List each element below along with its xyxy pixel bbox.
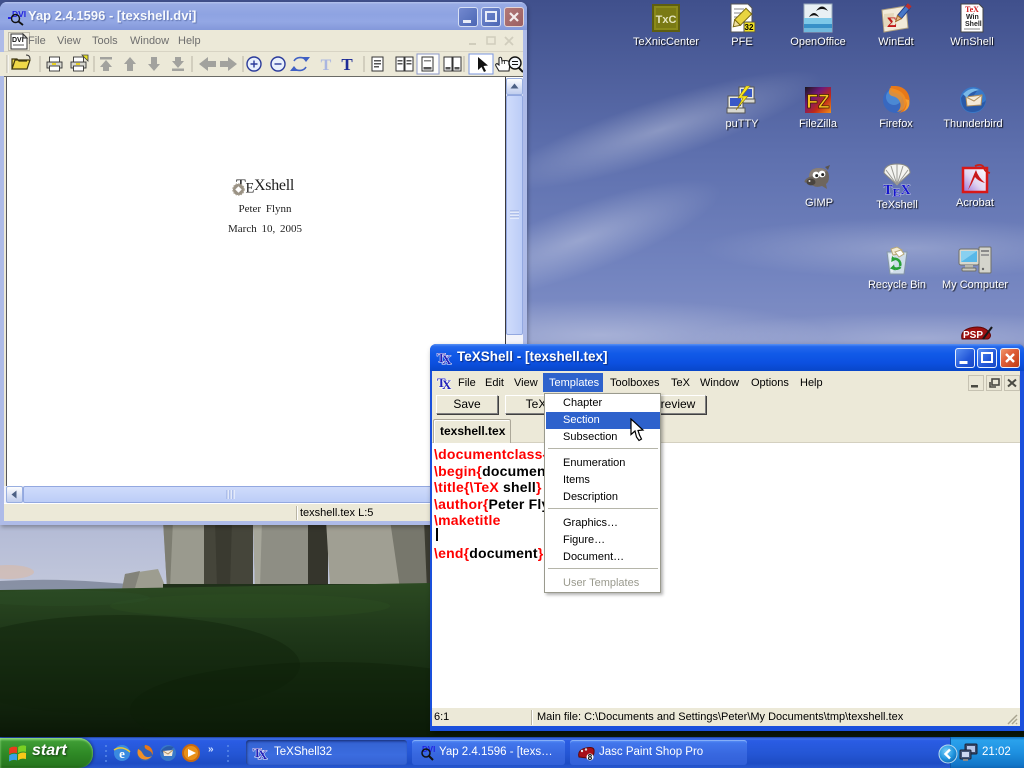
svg-text:TEX: TEX xyxy=(883,183,910,197)
svg-text:X: X xyxy=(442,377,452,391)
svg-text:TxC: TxC xyxy=(656,14,677,26)
svg-text:X: X xyxy=(258,747,268,761)
svg-text:T: T xyxy=(341,55,353,74)
svg-text:T: T xyxy=(321,57,332,74)
svg-text:PSP: PSP xyxy=(963,330,983,341)
svg-text:Shell: Shell xyxy=(965,21,982,28)
svg-text:8: 8 xyxy=(588,753,593,761)
svg-text:FZ: FZ xyxy=(806,92,830,113)
svg-text:»: » xyxy=(208,744,214,755)
svg-text:Σ: Σ xyxy=(887,15,897,31)
svg-text:TeX: TeX xyxy=(965,5,979,14)
svg-text:X: X xyxy=(442,352,452,366)
svg-text:Win: Win xyxy=(966,14,979,21)
svg-text:DVI: DVI xyxy=(12,37,24,44)
svg-text:32: 32 xyxy=(745,23,754,32)
